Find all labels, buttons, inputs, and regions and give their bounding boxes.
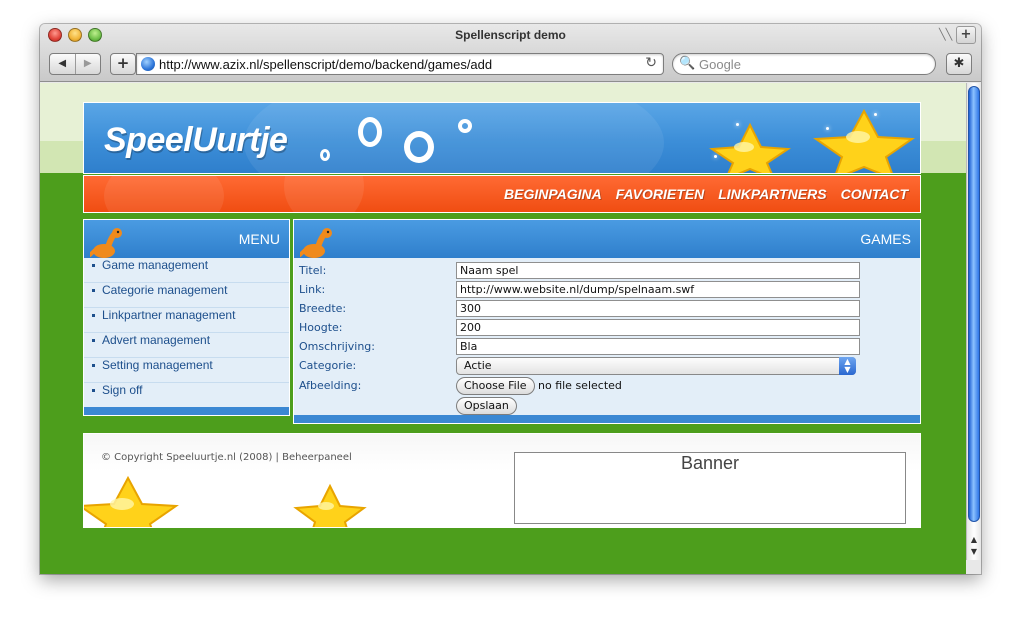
form-row-omschrijving: Omschrijving: Bla	[299, 338, 899, 357]
banner-placeholder[interactable]: Banner	[514, 452, 906, 524]
titel-label: Titel:	[299, 264, 327, 277]
admin-menu: MENU Game management Categorie managemen…	[83, 219, 290, 416]
nav-links: BEGINPAGINA FAVORIETEN LINKPARTNERS CONT…	[504, 186, 908, 202]
scrollbar-thumb[interactable]	[968, 86, 980, 522]
address-bar[interactable]: http://www.azix.nl/spellenscript/demo/ba…	[136, 53, 664, 75]
form-row-breedte: Breedte: 300	[299, 300, 899, 319]
new-tab-button[interactable]: +	[956, 26, 976, 44]
bubble-decoration	[358, 117, 382, 147]
omschrijving-input[interactable]: Bla	[456, 338, 860, 355]
back-button[interactable]: ◀	[50, 54, 75, 74]
breedte-label: Breedte:	[299, 302, 347, 315]
choose-file-button[interactable]: Choose File	[456, 377, 535, 395]
bubble-decoration	[458, 119, 472, 133]
dinosaur-icon	[90, 228, 122, 258]
menu-list: Game management Categorie management Lin…	[84, 258, 289, 408]
site-header: SpeelUurtje	[83, 102, 921, 174]
forward-button[interactable]: ▶	[74, 54, 101, 74]
afbeelding-label: Afbeelding:	[299, 379, 362, 392]
resize-corner-icon[interactable]	[966, 560, 981, 574]
no-file-text: no file selected	[538, 379, 622, 392]
search-placeholder: Google	[699, 57, 741, 72]
site-logo[interactable]: SpeelUurtje	[104, 121, 288, 160]
titel-input[interactable]: Naam spel	[456, 262, 860, 279]
categorie-selected-value: Actie	[464, 359, 492, 372]
copyright-text: © Copyright Speeluurtje.nl (2008) | Behe…	[101, 452, 352, 463]
dinosaur-icon	[300, 228, 332, 258]
link-input[interactable]: http://www.website.nl/dump/spelnaam.swf	[456, 281, 860, 298]
bubble-decoration	[404, 131, 434, 163]
reload-button[interactable]: ↻	[645, 55, 657, 71]
games-header: GAMES	[294, 220, 920, 258]
menu-item-advert-management[interactable]: Advert management	[84, 333, 289, 358]
categorie-label: Categorie:	[299, 359, 357, 372]
omschrijving-label: Omschrijving:	[299, 340, 375, 353]
form-row-categorie: Categorie: Actie ▲ ▼	[299, 357, 899, 376]
history-buttons: ◀ ▶	[49, 53, 101, 75]
site-footer: © Copyright Speeluurtje.nl (2008) | Behe…	[83, 433, 921, 528]
nav-link-contact[interactable]: CONTACT	[841, 186, 908, 202]
star-decoration-icon	[293, 483, 367, 527]
form-row-link: Link: http://www.website.nl/dump/spelnaa…	[299, 281, 899, 300]
form-row-submit: Opslaan	[299, 397, 899, 416]
resize-grip-icon: ╲╲	[939, 28, 953, 41]
scroll-down-arrow-icon[interactable]: ▼	[967, 546, 981, 558]
form-row-afbeelding: Afbeelding: Choose File no file selected	[299, 377, 899, 396]
menu-item-linkpartner-management[interactable]: Linkpartner management	[84, 308, 289, 333]
games-title: GAMES	[860, 231, 911, 247]
scroll-up-arrow-icon[interactable]: ▲	[967, 534, 981, 546]
vertical-scrollbar[interactable]: ▲ ▼	[966, 83, 981, 574]
form-row-hoogte: Hoogte: 200	[299, 319, 899, 338]
hoogte-label: Hoogte:	[299, 321, 343, 334]
star-decoration-icon	[709, 122, 791, 173]
menu-item-setting-management[interactable]: Setting management	[84, 358, 289, 383]
menu-item-game-management[interactable]: Game management	[84, 258, 289, 283]
search-field[interactable]: 🔍 Google	[672, 53, 936, 75]
menu-item-categorie-management[interactable]: Categorie management	[84, 283, 289, 308]
games-panel: GAMES Titel: Naam spel Link: http://www.…	[293, 219, 921, 424]
address-text[interactable]: http://www.azix.nl/spellenscript/demo/ba…	[159, 57, 492, 72]
nav-link-favorieten[interactable]: FAVORIETEN	[616, 186, 704, 202]
opslaan-button[interactable]: Opslaan	[456, 397, 517, 415]
link-label: Link:	[299, 283, 326, 296]
star-decoration-icon	[813, 108, 915, 173]
page-viewport: SpeelUurtje BEGINPAGINA FAVORIETEN LINKP…	[40, 83, 966, 574]
browser-window: Spellenscript demo ╲╲ + ◀ ▶ + http://www…	[40, 24, 981, 574]
nav-link-beginpagina[interactable]: BEGINPAGINA	[504, 186, 602, 202]
breedte-input[interactable]: 300	[456, 300, 860, 317]
browser-toolbar: Spellenscript demo ╲╲ + ◀ ▶ + http://www…	[40, 24, 981, 82]
star-decoration-icon	[84, 475, 179, 527]
window-title: Spellenscript demo	[455, 28, 566, 42]
menu-title: MENU	[238, 231, 280, 247]
bubble-decoration	[320, 149, 330, 161]
menu-item-sign-off[interactable]: Sign off	[84, 383, 289, 408]
hoogte-input[interactable]: 200	[456, 319, 860, 336]
form-row-titel: Titel: Naam spel	[299, 262, 899, 281]
main-navigation: BEGINPAGINA FAVORIETEN LINKPARTNERS CONT…	[83, 175, 921, 213]
nav-link-linkpartners[interactable]: LINKPARTNERS	[718, 186, 826, 202]
categorie-select[interactable]: Actie ▲ ▼	[456, 357, 856, 375]
globe-icon	[141, 57, 155, 71]
menu-header: MENU	[84, 220, 289, 258]
search-icon: 🔍	[679, 56, 696, 71]
select-arrows-icon: ▲ ▼	[839, 357, 856, 375]
add-bookmark-button[interactable]: +	[110, 53, 136, 75]
bug-report-button[interactable]: ✱	[946, 53, 972, 75]
